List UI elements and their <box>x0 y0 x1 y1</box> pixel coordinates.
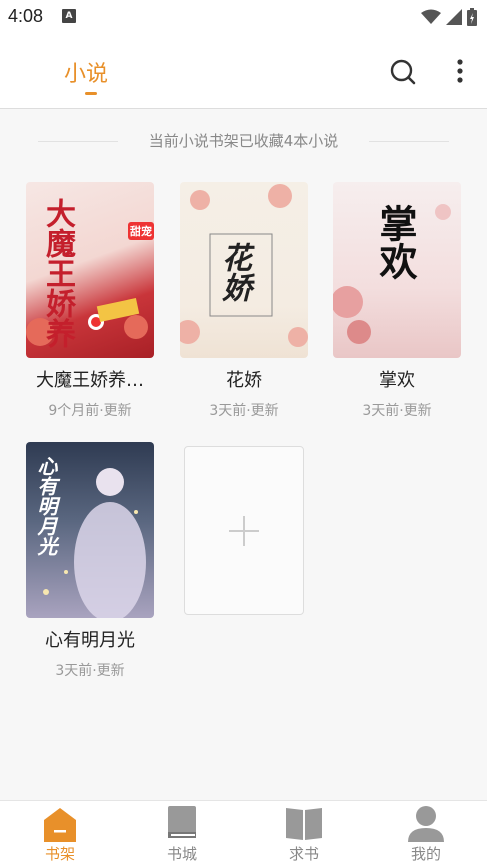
book-title: 大魔王娇养… <box>36 370 144 391</box>
nav-bookstore[interactable]: 书城 <box>142 801 222 866</box>
shelf-summary: 当前小说书架已收藏4本小说 <box>0 130 487 151</box>
book-icon <box>168 806 196 838</box>
bottom-nav: 书架 书城 求书 我的 <box>0 800 487 866</box>
divider <box>38 141 118 142</box>
book-update-time: 3天前·更新 <box>362 403 432 419</box>
user-icon <box>408 806 444 842</box>
book-item[interactable]: 大魔王娇养 甜宠 大魔王娇养… 9个月前·更新 <box>26 182 154 420</box>
nav-label: 我的 <box>410 845 441 863</box>
app-bar: 小说 <box>0 34 487 109</box>
book-title: 掌欢 <box>379 370 415 391</box>
book-title: 心有明月光 <box>45 630 135 651</box>
bookshelf-icon <box>44 808 76 842</box>
signal-icon <box>446 9 462 25</box>
nav-request-book[interactable]: 求书 <box>264 801 344 866</box>
notification-icon: A <box>62 9 76 23</box>
book-cover[interactable]: 心有明月光 <box>26 442 154 618</box>
nav-label: 求书 <box>288 845 319 863</box>
book-title: 花娇 <box>226 370 262 391</box>
search-icon[interactable] <box>389 58 417 86</box>
tab-indicator <box>85 92 97 95</box>
book-item[interactable]: 掌欢 掌欢 3天前·更新 <box>333 182 461 420</box>
plus-icon <box>243 516 245 546</box>
open-book-icon <box>286 808 322 840</box>
more-options-icon[interactable] <box>450 58 470 88</box>
cover-badge: 甜宠 <box>128 222 154 240</box>
book-cover[interactable]: 掌欢 <box>333 182 461 358</box>
battery-icon <box>467 8 477 26</box>
book-cover[interactable]: 大魔王娇养 甜宠 <box>26 182 154 358</box>
status-bar: 4:08 A <box>0 0 487 34</box>
book-item[interactable]: 花娇 花娇 3天前·更新 <box>180 182 308 420</box>
status-time: 4:08 <box>8 6 44 26</box>
system-icons <box>421 8 477 26</box>
cover-title: 心有明月光 <box>34 456 58 556</box>
cover-title: 大魔王娇养 <box>40 198 75 348</box>
nav-label: 书城 <box>166 845 197 863</box>
nav-label: 书架 <box>44 845 75 863</box>
book-update-time: 3天前·更新 <box>55 663 125 679</box>
book-cover[interactable]: 花娇 <box>180 182 308 358</box>
nav-bookshelf[interactable]: 书架 <box>20 801 100 866</box>
book-item[interactable]: 心有明月光 心有明月光 3天前·更新 <box>26 442 154 680</box>
cover-title: 掌欢 <box>373 204 418 280</box>
book-update-time: 3天前·更新 <box>209 403 279 419</box>
nav-profile[interactable]: 我的 <box>386 801 466 866</box>
cover-title: 花娇 <box>216 242 251 302</box>
add-book-button[interactable] <box>184 446 304 615</box>
book-update-time: 9个月前·更新 <box>48 403 132 419</box>
divider <box>369 141 449 142</box>
shelf-summary-text: 当前小说书架已收藏4本小说 <box>148 132 339 150</box>
tab-novel[interactable]: 小说 <box>64 56 108 88</box>
wifi-icon <box>421 9 441 24</box>
